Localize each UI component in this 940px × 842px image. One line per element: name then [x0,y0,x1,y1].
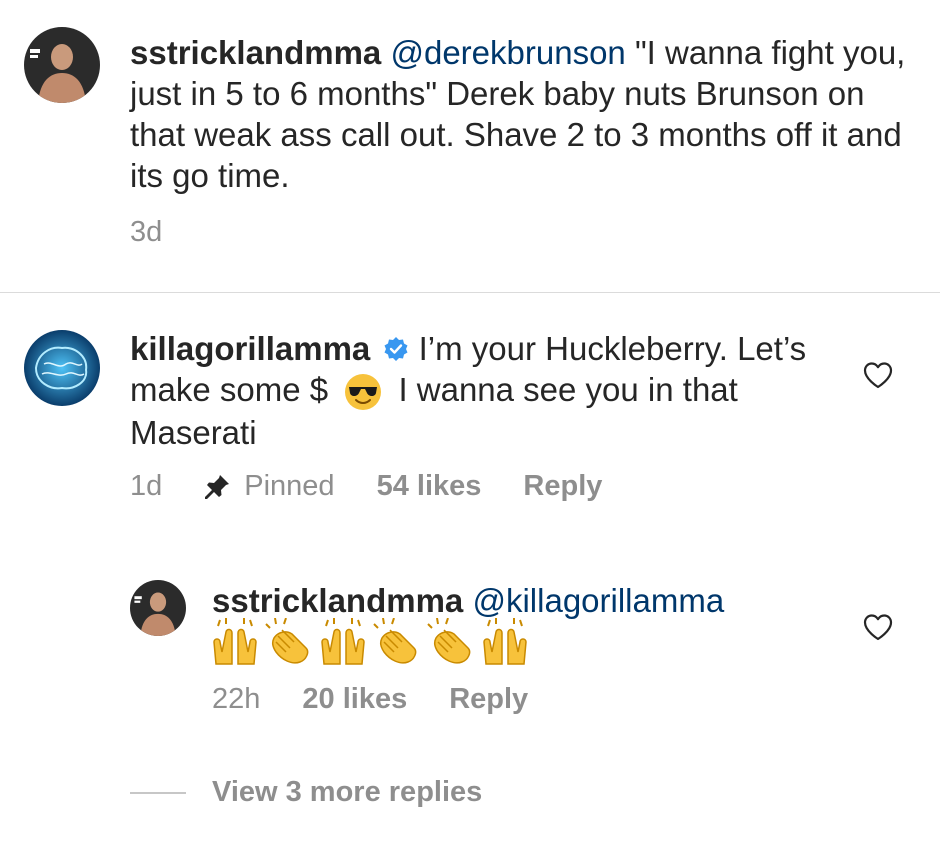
view-more-line [130,791,186,794]
raising-hands-icon [210,618,260,666]
comment-timestamp: 1d [130,470,163,502]
emoji-row [210,617,530,666]
comment-timestamp: 3d [130,216,163,248]
comment-meta-2: 1d Pinned 54 likes Reply [130,470,602,503]
pinned-label: Pinned [244,470,335,502]
comment-meta-3: 22h 20 likes Reply [212,683,528,716]
avatar-sstricklandmma[interactable] [24,27,100,103]
clapping-hands-icon [426,617,476,666]
clapping-hands-icon [264,617,314,666]
mention-link[interactable]: @derekbrunson [390,34,625,71]
comment-text-1: sstricklandmma @derekbrunson "I wanna fi… [130,32,920,196]
avatar-killagorillamma[interactable] [24,330,100,406]
comment-username[interactable]: sstricklandmma [130,34,381,71]
avatar-image [24,330,100,406]
mention-link[interactable]: @killagorillamma [472,582,724,619]
reply-button[interactable]: Reply [449,683,528,716]
raising-hands-icon [318,618,368,666]
comment-username[interactable]: sstricklandmma [212,582,463,619]
comment-timestamp: 22h [212,683,261,715]
clapping-hands-icon [372,617,422,666]
avatar-image [130,580,186,636]
view-more-label: View 3 more replies [212,776,483,808]
view-more-replies-button[interactable]: View 3 more replies [130,776,482,809]
verified-badge-icon [383,330,409,361]
raising-hands-icon [480,618,530,666]
comment-text-3: sstricklandmma @killagorillamma [212,580,832,621]
avatar-image [24,27,100,103]
like-heart-icon[interactable] [862,612,894,642]
pin-icon [202,472,232,502]
reply-button[interactable]: Reply [523,470,602,503]
like-heart-icon[interactable] [862,360,894,390]
divider [0,292,940,293]
sunglasses-face-icon [343,372,383,412]
comment-text-2: killagorillamma I’m your Huckleberry. Le… [130,328,830,453]
likes-count-link[interactable]: 20 likes [302,683,407,716]
comment-meta-1: 3d [130,216,162,249]
likes-count-link[interactable]: 54 likes [377,470,482,503]
avatar-sstricklandmma[interactable] [130,580,186,636]
comment-username[interactable]: killagorillamma [130,330,370,367]
